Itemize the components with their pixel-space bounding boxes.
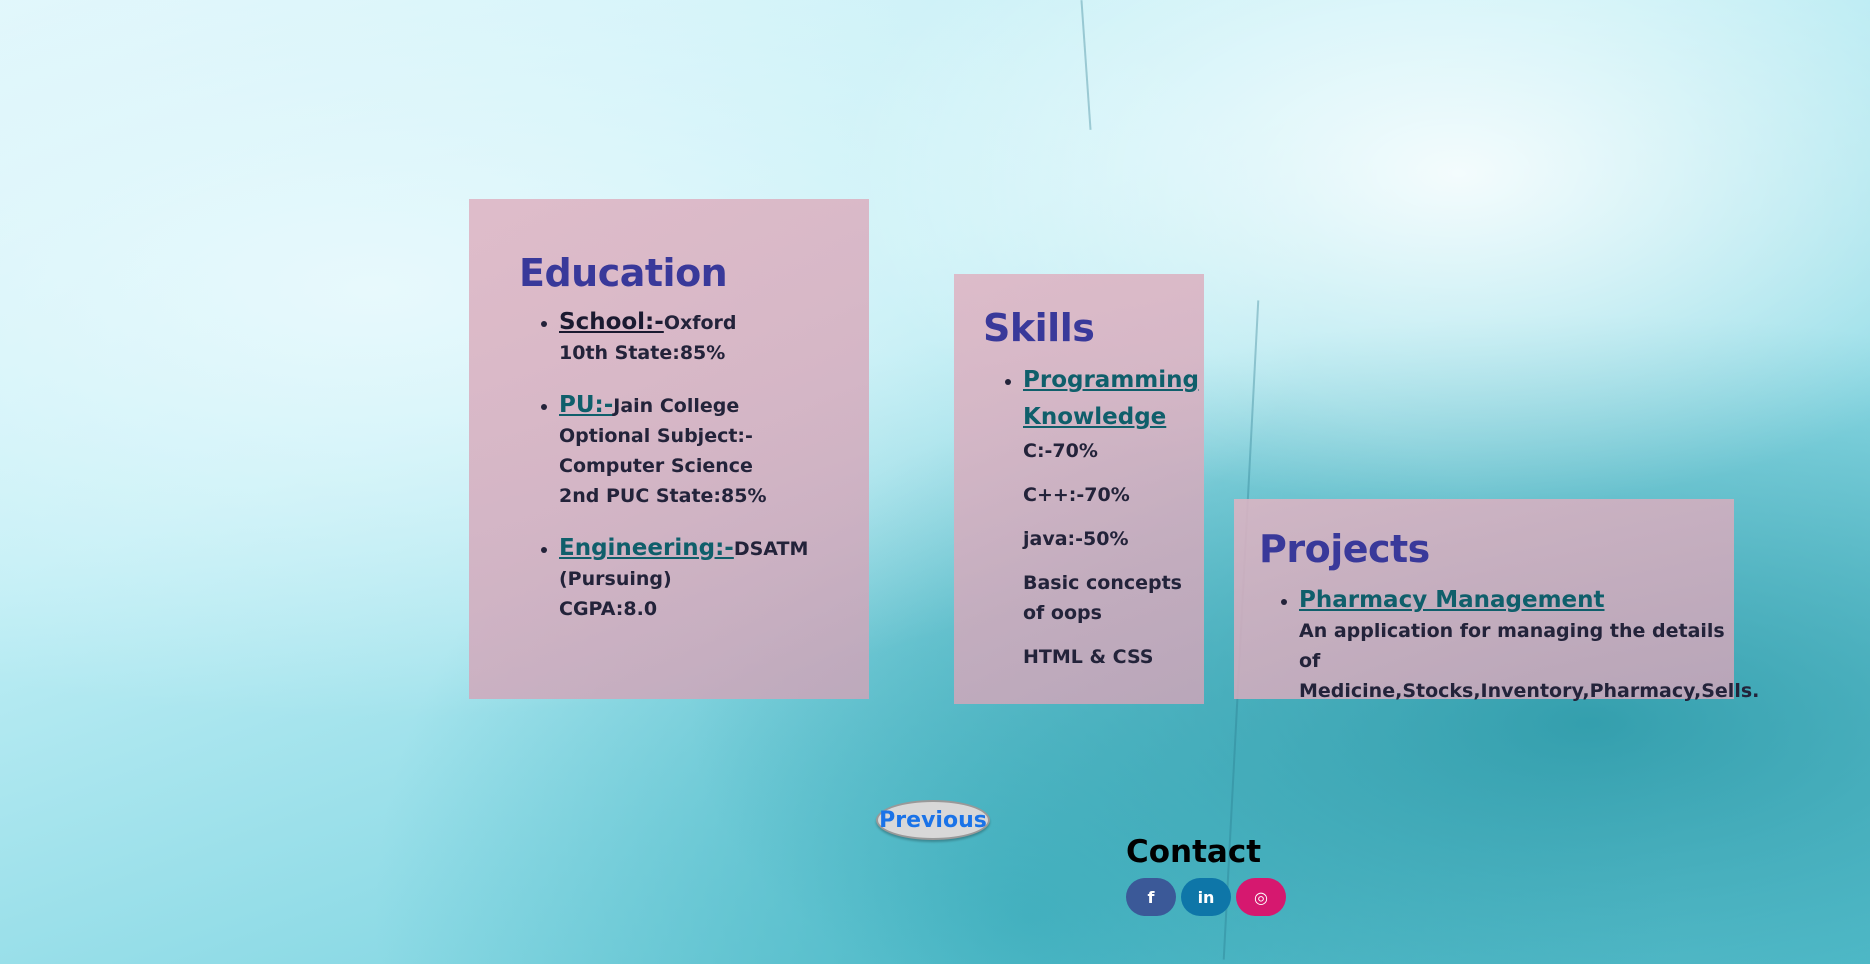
project-description-line1: An application for managing the details …: [1299, 620, 1725, 672]
instagram-icon: ◎: [1254, 887, 1268, 907]
projects-list: Pharmacy Management An application for m…: [1259, 585, 1760, 706]
education-item-engineering: Engineering:-DSATM (Pursuing) CGPA:8.0: [559, 533, 869, 624]
pu-subject: Computer Science: [559, 455, 753, 477]
education-item-pu: PU:-Jain College Optional Subject:- Comp…: [559, 390, 869, 511]
skills-list: Programming Knowledge C:-70% C++:-70% ja…: [983, 362, 1204, 672]
linkedin-button[interactable]: in: [1181, 878, 1231, 916]
education-item-school: School:-Oxford 10th State:85%: [559, 307, 869, 368]
skill-oops-line1: Basic concepts: [1023, 572, 1182, 594]
pu-subject-label: Optional Subject:-: [559, 425, 753, 447]
skill-cpp: C++:-70%: [1023, 484, 1130, 506]
skill-java: java:-50%: [1023, 528, 1129, 550]
skills-item-programming: Programming Knowledge C:-70% C++:-70% ja…: [1023, 362, 1204, 672]
facebook-button[interactable]: f: [1126, 878, 1176, 916]
contact-title: Contact: [1126, 834, 1262, 870]
pu-score: 2nd PUC State:85%: [559, 485, 767, 507]
programming-knowledge-link[interactable]: Programming Knowledge: [1023, 362, 1204, 436]
facebook-icon: f: [1147, 887, 1155, 907]
skills-card: Skills Programming Knowledge C:-70% C++:…: [954, 274, 1204, 704]
engineering-status: (Pursuing): [559, 568, 672, 590]
pu-link[interactable]: PU:-: [559, 392, 613, 418]
engineering-college: DSATM: [733, 538, 809, 560]
pu-college: Jain College: [613, 395, 740, 417]
skills-title: Skills: [983, 306, 1095, 350]
engineering-link[interactable]: Engineering:-: [559, 535, 734, 561]
project-description-line2: Medicine,Stocks,Inventory,Pharmacy,Sells…: [1299, 680, 1760, 702]
education-title: Education: [519, 251, 728, 295]
education-list: School:-Oxford 10th State:85% PU:-Jain C…: [519, 307, 869, 624]
instagram-button[interactable]: ◎: [1236, 878, 1286, 916]
skill-oops-line2: of oops: [1023, 602, 1102, 624]
engineering-cgpa: CGPA:8.0: [559, 598, 658, 620]
projects-title: Projects: [1259, 527, 1430, 571]
skill-html-css: HTML & CSS: [1023, 646, 1154, 668]
background-crack: [1080, 0, 1092, 130]
linkedin-icon: in: [1197, 887, 1215, 907]
project-item-pharmacy: Pharmacy Management An application for m…: [1299, 585, 1760, 706]
education-card: Education School:-Oxford 10th State:85% …: [469, 199, 869, 699]
skill-c: C:-70%: [1023, 440, 1098, 462]
projects-card: Projects Pharmacy Management An applicat…: [1234, 499, 1759, 702]
pharmacy-management-link[interactable]: Pharmacy Management: [1299, 587, 1605, 613]
previous-button[interactable]: Previous: [876, 800, 990, 840]
school-link[interactable]: School:-: [559, 309, 664, 335]
school-name: Oxford: [663, 312, 737, 334]
school-score: 10th State:85%: [559, 342, 726, 364]
programming-link-line2: Knowledge: [1023, 404, 1167, 430]
programming-link-line1: Programming: [1023, 367, 1199, 393]
